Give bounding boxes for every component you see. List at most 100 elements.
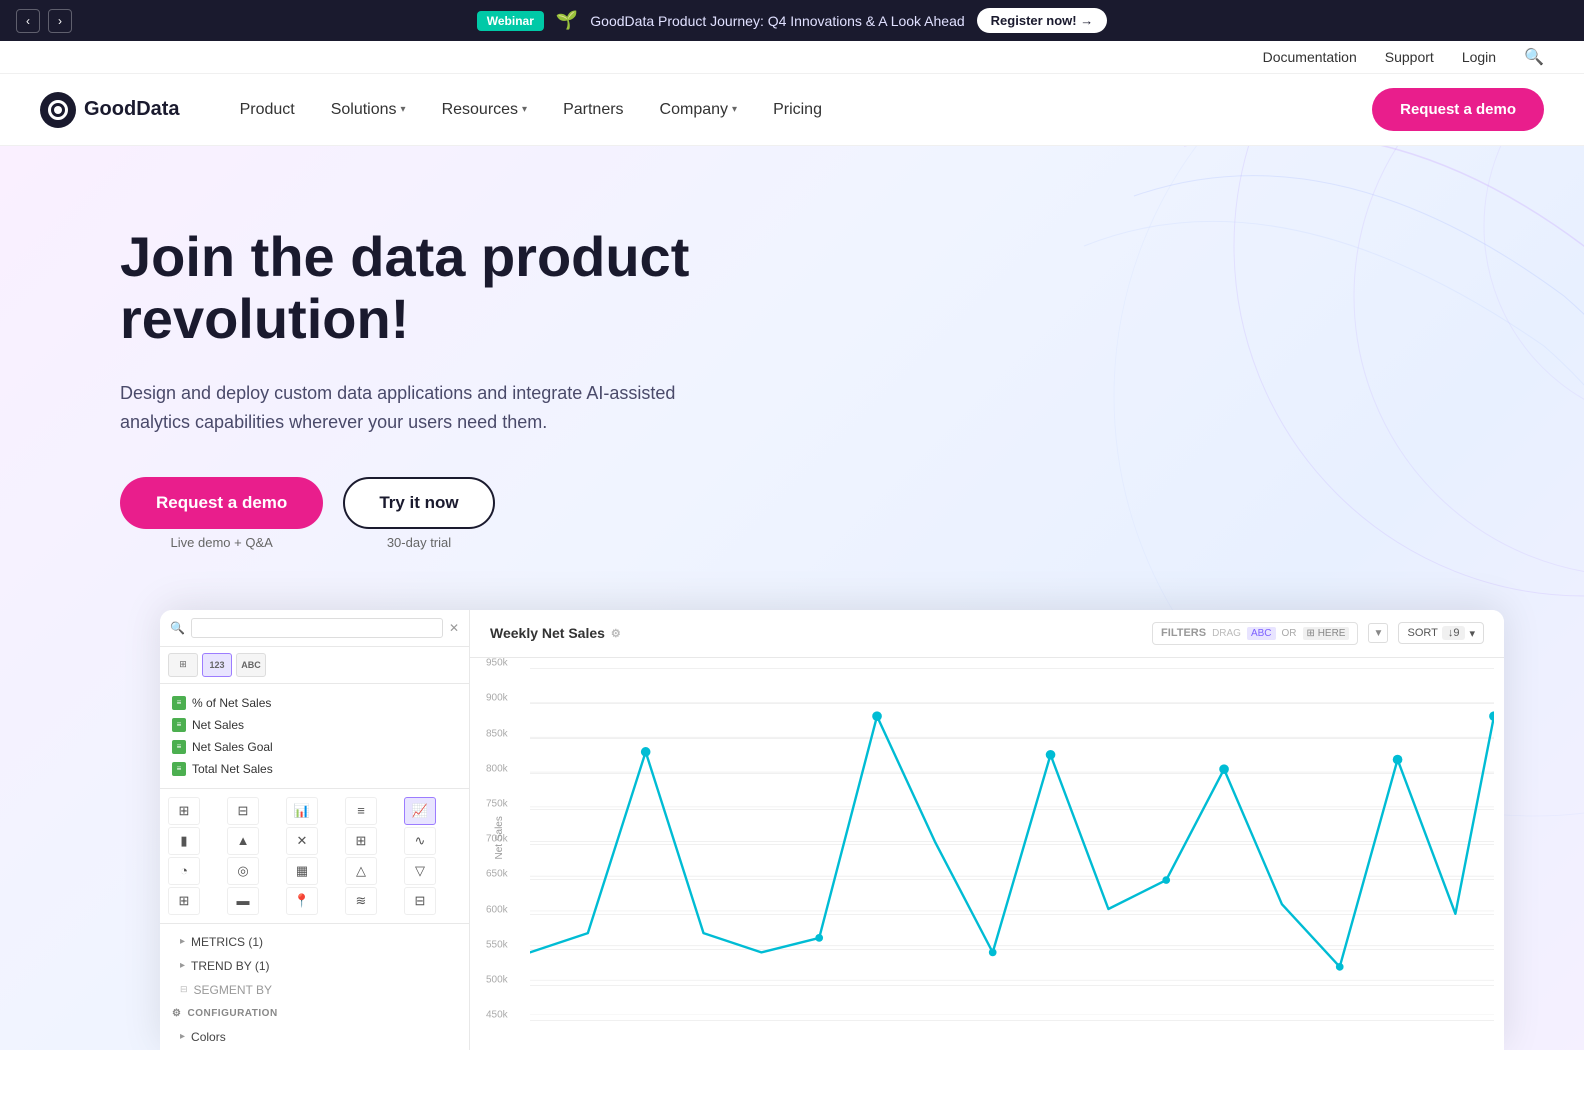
here-badge: ⊞ HERE (1303, 627, 1350, 640)
nav-company[interactable]: Company ▾ (660, 101, 738, 119)
nav-product[interactable]: Product (240, 101, 295, 119)
chart-dot (872, 711, 882, 721)
nav-resources[interactable]: Resources ▾ (442, 101, 528, 119)
next-announcement-button[interactable]: › (48, 9, 72, 33)
metric-item[interactable]: ≡ % of Net Sales (168, 692, 461, 714)
chart-type-pyramid[interactable]: △ (345, 857, 377, 885)
try-cta-note: 30-day trial (387, 535, 451, 550)
x-axis-config-row[interactable]: ▸ X-Axis (160, 1049, 469, 1050)
search-input[interactable] (191, 618, 443, 638)
chart-type-bar[interactable]: 📊 (286, 797, 318, 825)
chart-type-treemap[interactable]: ▦ (286, 857, 318, 885)
metric-item[interactable]: ≡ Total Net Sales (168, 758, 461, 780)
view-tab-123[interactable]: 123 (202, 653, 232, 677)
segment-icon: ⊟ (180, 984, 188, 995)
filters-label: FILTERS (1161, 627, 1206, 639)
y-tick-450k: 450k (530, 1020, 1494, 1021)
metric-icon: ≡ (172, 718, 186, 732)
y-tick-label: 750k (486, 799, 508, 810)
metric-item[interactable]: ≡ Net Sales (168, 714, 461, 736)
search-button[interactable]: 🔍 (1524, 47, 1544, 67)
metrics-expand-icon: ▸ (180, 936, 185, 947)
nav-pricing[interactable]: Pricing (773, 101, 822, 119)
chart-dot (1489, 711, 1494, 721)
support-link[interactable]: Support (1385, 49, 1434, 65)
register-now-button[interactable]: Register now! → (977, 8, 1108, 33)
demo-cta-group: Request a demo Live demo + Q&A (120, 477, 323, 550)
utility-nav: Documentation Support Login 🔍 (0, 41, 1584, 74)
chart-type-column[interactable]: ▮ (168, 827, 200, 855)
hero-subtitle: Design and deploy custom data applicatio… (120, 379, 680, 437)
clear-search-icon[interactable]: ✕ (449, 621, 459, 635)
metric-label: Net Sales (192, 718, 244, 732)
chart-type-dependency[interactable]: ⊟ (404, 887, 436, 915)
chart-toolbar: FILTERS DRAG ABC OR ⊞ HERE ▼ SORT ↓9 ▾ (1152, 622, 1484, 645)
announcement-text: GoodData Product Journey: Q4 Innovations… (590, 13, 964, 29)
trend-by-config-row[interactable]: ▸ TREND BY (1) (160, 954, 469, 978)
nav-links: Product Solutions ▾ Resources ▾ Partners… (240, 101, 1373, 119)
hero-try-now-button[interactable]: Try it now (343, 477, 494, 529)
chart-type-line[interactable]: 📈 (404, 797, 436, 825)
hero-cta-row: Request a demo Live demo + Q&A Try it no… (120, 477, 820, 550)
chart-dot (1393, 755, 1403, 765)
chart-type-geo[interactable]: 📍 (286, 887, 318, 915)
view-tab-abc[interactable]: ABC (236, 653, 266, 677)
prev-announcement-button[interactable]: ‹ (16, 9, 40, 33)
metric-label: Net Sales Goal (192, 740, 273, 754)
chart-type-waterfall[interactable]: ∿ (404, 827, 436, 855)
view-tab-grid[interactable]: ⊞ (168, 653, 198, 677)
main-nav: GoodData Product Solutions ▾ Resources ▾… (0, 74, 1584, 146)
chart-type-bullet[interactable]: ▬ (227, 887, 259, 915)
nav-solutions[interactable]: Solutions ▾ (331, 101, 406, 119)
drag-label: DRAG (1212, 628, 1241, 639)
solutions-chevron-icon: ▾ (401, 104, 406, 115)
sort-chevron-icon: ▾ (1469, 627, 1475, 640)
sort-control[interactable]: SORT ↓9 ▾ (1398, 622, 1484, 644)
chart-type-grid: ⊞ ⊟ 📊 ≡ 📈 ▮ ▲ ✕ ⊞ ∿ ◔ ◎ ▦ △ ▽ ⊞ ▬ � (160, 789, 469, 924)
metrics-list: ≡ % of Net Sales ≡ Net Sales ≡ Net Sales… (160, 684, 469, 789)
hero-content: Join the data product revolution! Design… (120, 226, 820, 550)
nav-partners[interactable]: Partners (563, 101, 623, 119)
y-tick-label: 650k (486, 869, 508, 880)
chart-type-combo[interactable]: ⊞ (345, 827, 377, 855)
chart-type-donut[interactable]: ◎ (227, 857, 259, 885)
y-tick-label: 850k (486, 728, 508, 739)
hero-title: Join the data product revolution! (120, 226, 820, 349)
chart-type-filter[interactable]: ≡ (345, 797, 377, 825)
documentation-link[interactable]: Documentation (1263, 49, 1357, 65)
chart-type-pie[interactable]: ◔ (168, 857, 200, 885)
chart-type-table[interactable]: ⊞ (168, 797, 200, 825)
chart-title-expand-icon[interactable]: ⚙ (611, 627, 621, 640)
search-bar: 🔍 ✕ (160, 610, 469, 647)
sort-label: SORT (1407, 627, 1437, 639)
logo[interactable]: GoodData (40, 92, 180, 128)
metric-icon: ≡ (172, 762, 186, 776)
chart-type-pivot[interactable]: ⊟ (227, 797, 259, 825)
emoji-icon: 🌱 (556, 10, 578, 31)
request-demo-nav-button[interactable]: Request a demo (1372, 88, 1544, 131)
carousel-nav[interactable]: ‹ › (16, 9, 72, 33)
login-link[interactable]: Login (1462, 49, 1496, 65)
line-chart-svg (530, 668, 1494, 1015)
config-section: ▸ METRICS (1) ▸ TREND BY (1) ⊟ SEGMENT B… (160, 924, 469, 1050)
chart-type-funnel[interactable]: ▽ (404, 857, 436, 885)
metrics-config-row[interactable]: ▸ METRICS (1) (160, 930, 469, 954)
right-panel: Weekly Net Sales ⚙ FILTERS DRAG ABC OR ⊞… (470, 610, 1504, 1050)
trendby-expand-icon: ▸ (180, 960, 185, 971)
colors-label: Colors (191, 1030, 226, 1044)
colors-config-row[interactable]: ▸ Colors (160, 1025, 469, 1049)
metric-item[interactable]: ≡ Net Sales Goal (168, 736, 461, 758)
chart-type-scatter[interactable]: ✕ (286, 827, 318, 855)
chart-type-sankey[interactable]: ≋ (345, 887, 377, 915)
chart-dot (1162, 876, 1170, 884)
hero-request-demo-button[interactable]: Request a demo (120, 477, 323, 529)
metric-icon: ≡ (172, 696, 186, 710)
demo-cta-note: Live demo + Q&A (171, 535, 273, 550)
filter-icon-button[interactable]: ▼ (1368, 623, 1388, 643)
sort-value: ↓9 (1442, 626, 1466, 640)
chart-type-heatmap[interactable]: ⊞ (168, 887, 200, 915)
y-tick-label: 550k (486, 939, 508, 950)
chart-type-area[interactable]: ▲ (227, 827, 259, 855)
segment-by-label: SEGMENT BY (194, 983, 272, 997)
chart-header: Weekly Net Sales ⚙ FILTERS DRAG ABC OR ⊞… (470, 610, 1504, 658)
